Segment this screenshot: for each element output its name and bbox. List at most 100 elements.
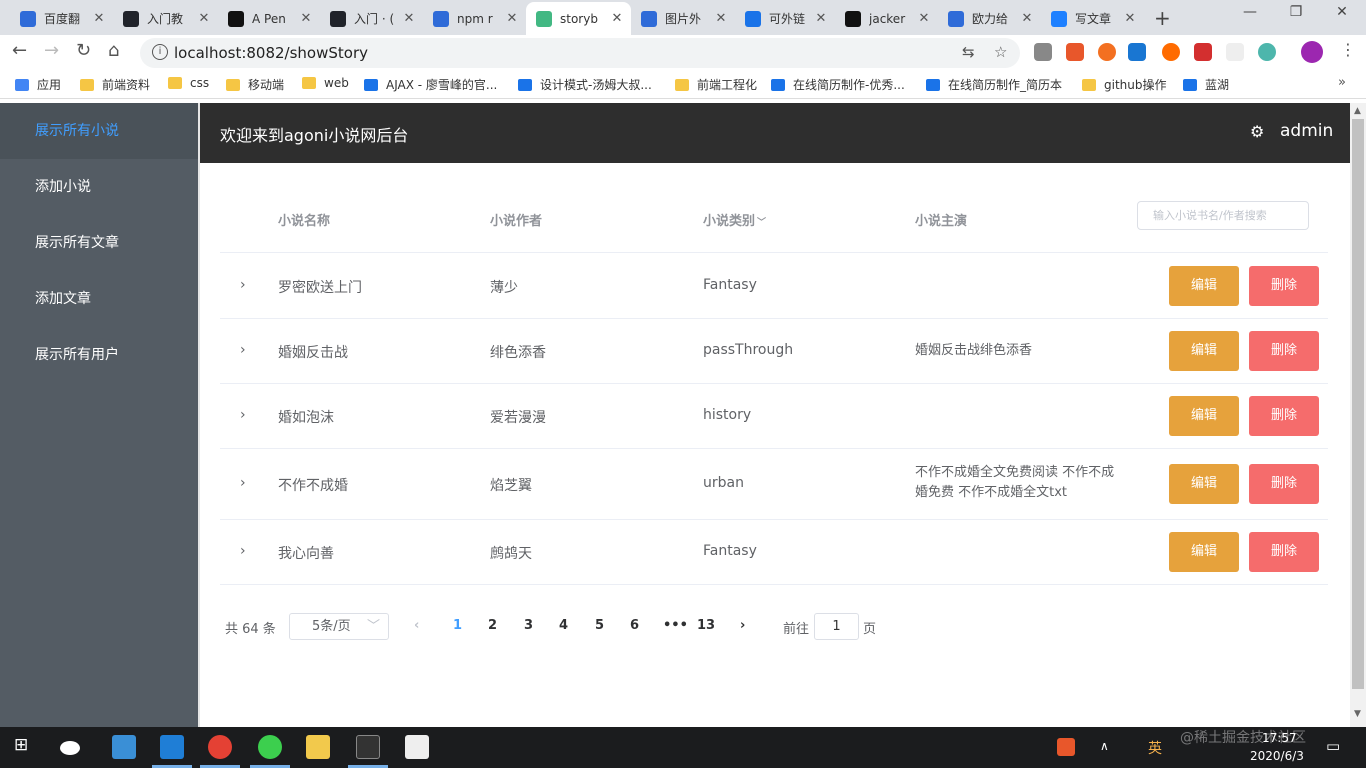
expand-chevron-icon[interactable]: › (240, 342, 246, 358)
bookmark-folder[interactable]: 前端资料 (80, 76, 150, 93)
translate-icon[interactable]: ⇆ (962, 43, 975, 61)
fe-extension-icon[interactable] (1194, 43, 1212, 61)
sidebar-item-show-novels[interactable]: 展示所有小说 (0, 103, 198, 159)
new-extension-icon[interactable] (1128, 43, 1146, 61)
site-info-icon[interactable]: i (152, 44, 168, 60)
browser-tab[interactable]: 欧力给 ✕ (938, 2, 1041, 35)
edit-button[interactable]: 编辑 (1169, 331, 1239, 371)
bookmark-folder[interactable]: 移动端 (226, 76, 284, 93)
bookmark-item[interactable]: 蓝湖 (1183, 76, 1229, 93)
bookmark-star-icon[interactable]: ☆ (994, 43, 1007, 61)
sidebar-item-add-novel[interactable]: 添加小说 (0, 159, 198, 215)
bookmark-item[interactable]: AJAX - 廖雪峰的官... (364, 76, 497, 93)
terminal-icon[interactable] (356, 735, 380, 759)
vue-devtools-icon[interactable] (1034, 43, 1052, 61)
tray-expand-icon[interactable]: ∧ (1100, 739, 1109, 753)
close-window-button[interactable]: ✕ (1319, 4, 1365, 20)
browser-tab[interactable]: 入门 · (✕ (320, 2, 423, 35)
typora-icon[interactable] (405, 735, 429, 759)
expand-chevron-icon[interactable]: › (240, 277, 246, 293)
address-bar[interactable]: i localhost:8082/showStory ⇆ ☆ (140, 38, 1020, 68)
chrome-icon[interactable] (208, 735, 232, 759)
sidebar-item-add-article[interactable]: 添加文章 (0, 271, 198, 327)
page-number[interactable]: 6 (630, 618, 639, 633)
browser-tab[interactable]: jacker ✕ (835, 2, 938, 35)
edit-button[interactable]: 编辑 (1169, 396, 1239, 436)
page-number[interactable]: 13 (697, 618, 715, 633)
bookmark-item[interactable]: 在线简历制作_简历本 (926, 76, 1062, 93)
scrollbar-thumb[interactable] (1352, 119, 1364, 689)
home-icon[interactable]: ⌂ (108, 40, 119, 61)
back-icon[interactable]: ← (12, 40, 27, 61)
close-tab-icon[interactable]: ✕ (91, 11, 107, 26)
edit-button[interactable]: 编辑 (1169, 464, 1239, 504)
extension-icon[interactable] (1162, 43, 1180, 61)
browser-tab[interactable]: npm r ✕ (423, 2, 526, 35)
bookmark-item[interactable]: 应用 (15, 76, 61, 93)
browser-tab[interactable]: storyb ✕ (526, 2, 631, 35)
clock-time[interactable]: 17:57 (1262, 731, 1297, 745)
expand-chevron-icon[interactable]: › (240, 407, 246, 423)
close-tab-icon[interactable]: ✕ (916, 11, 932, 26)
page-number[interactable]: 4 (559, 618, 568, 633)
new-tab-button[interactable]: + (1154, 6, 1171, 30)
close-tab-icon[interactable]: ✕ (196, 11, 212, 26)
extension-icon[interactable] (1098, 43, 1116, 61)
bookmark-item[interactable]: 设计模式-汤姆大叔... (518, 76, 652, 93)
page-number[interactable]: 1 (453, 618, 462, 633)
address-url[interactable]: localhost:8082/showStory (174, 44, 368, 62)
prev-page-icon[interactable]: ‹ (414, 618, 419, 633)
reload-icon[interactable]: ↻ (76, 40, 91, 61)
sidebar-item-show-users[interactable]: 展示所有用户 (0, 327, 198, 383)
close-tab-icon[interactable]: ✕ (713, 11, 729, 26)
filter-chevron-down-icon[interactable]: ﹀ (757, 218, 766, 228)
notification-icon[interactable]: ▭ (1326, 737, 1340, 755)
more-bookmarks-icon[interactable]: » (1338, 75, 1346, 90)
browser-tab[interactable]: 入门教 ✕ (113, 2, 218, 35)
edit-button[interactable]: 编辑 (1169, 266, 1239, 306)
page-size-select[interactable]: 5条/页 ﹀ (289, 613, 389, 640)
delete-button[interactable]: 删除 (1249, 464, 1319, 504)
minimize-button[interactable]: — (1227, 4, 1273, 20)
close-tab-icon[interactable]: ✕ (1122, 11, 1138, 26)
bookmark-folder[interactable]: web (302, 76, 349, 90)
delete-button[interactable]: 删除 (1249, 532, 1319, 572)
delete-button[interactable]: 删除 (1249, 266, 1319, 306)
bookmark-folder[interactable]: 前端工程化 (675, 76, 757, 93)
edit-button[interactable]: 编辑 (1169, 532, 1239, 572)
extension-icon[interactable] (1066, 43, 1084, 61)
close-tab-icon[interactable]: ✕ (609, 11, 625, 26)
forward-icon[interactable]: → (44, 40, 59, 61)
close-tab-icon[interactable]: ✕ (813, 11, 829, 26)
column-header-category[interactable]: 小说类别 ﹀ (703, 210, 766, 229)
profile-avatar[interactable] (1301, 41, 1323, 63)
chat-icon[interactable] (60, 741, 80, 755)
browser-tab[interactable]: 图片外 ✕ (631, 2, 735, 35)
sogou-input-icon[interactable] (1057, 738, 1075, 756)
username[interactable]: admin (1280, 121, 1333, 141)
bookmark-folder[interactable]: css (168, 76, 209, 90)
maximize-button[interactable]: ❐ (1273, 4, 1319, 20)
sidebar-item-show-articles[interactable]: 展示所有文章 (0, 215, 198, 271)
vscode-icon[interactable] (160, 735, 184, 759)
close-tab-icon[interactable]: ✕ (504, 11, 520, 26)
ime-indicator[interactable]: 英 (1148, 738, 1162, 758)
delete-button[interactable]: 删除 (1249, 396, 1319, 436)
extension-icon[interactable] (1258, 43, 1276, 61)
browser-tab[interactable]: A Pen ✕ (218, 2, 320, 35)
next-page-icon[interactable]: › (740, 618, 745, 633)
goto-page-input[interactable]: 1 (814, 613, 859, 640)
page-scrollbar[interactable]: ▲ ▼ (1350, 103, 1366, 727)
more-pages-ellipsis[interactable]: ••• (663, 618, 688, 633)
browser-tab[interactable]: 写文章 ✕ (1041, 2, 1144, 35)
windows-start-icon[interactable]: ⊞ (14, 735, 28, 755)
expand-chevron-icon[interactable]: › (240, 543, 246, 559)
wechat-icon[interactable] (258, 735, 282, 759)
search-input[interactable]: 输入小说书名/作者搜索 (1137, 201, 1309, 230)
delete-button[interactable]: 删除 (1249, 331, 1319, 371)
menu-kebab-icon[interactable]: ⋮ (1340, 40, 1356, 59)
scroll-up-icon[interactable]: ▲ (1354, 106, 1361, 116)
network-app-icon[interactable] (112, 735, 136, 759)
close-tab-icon[interactable]: ✕ (298, 11, 314, 26)
bookmark-folder[interactable]: github操作 (1082, 76, 1167, 93)
